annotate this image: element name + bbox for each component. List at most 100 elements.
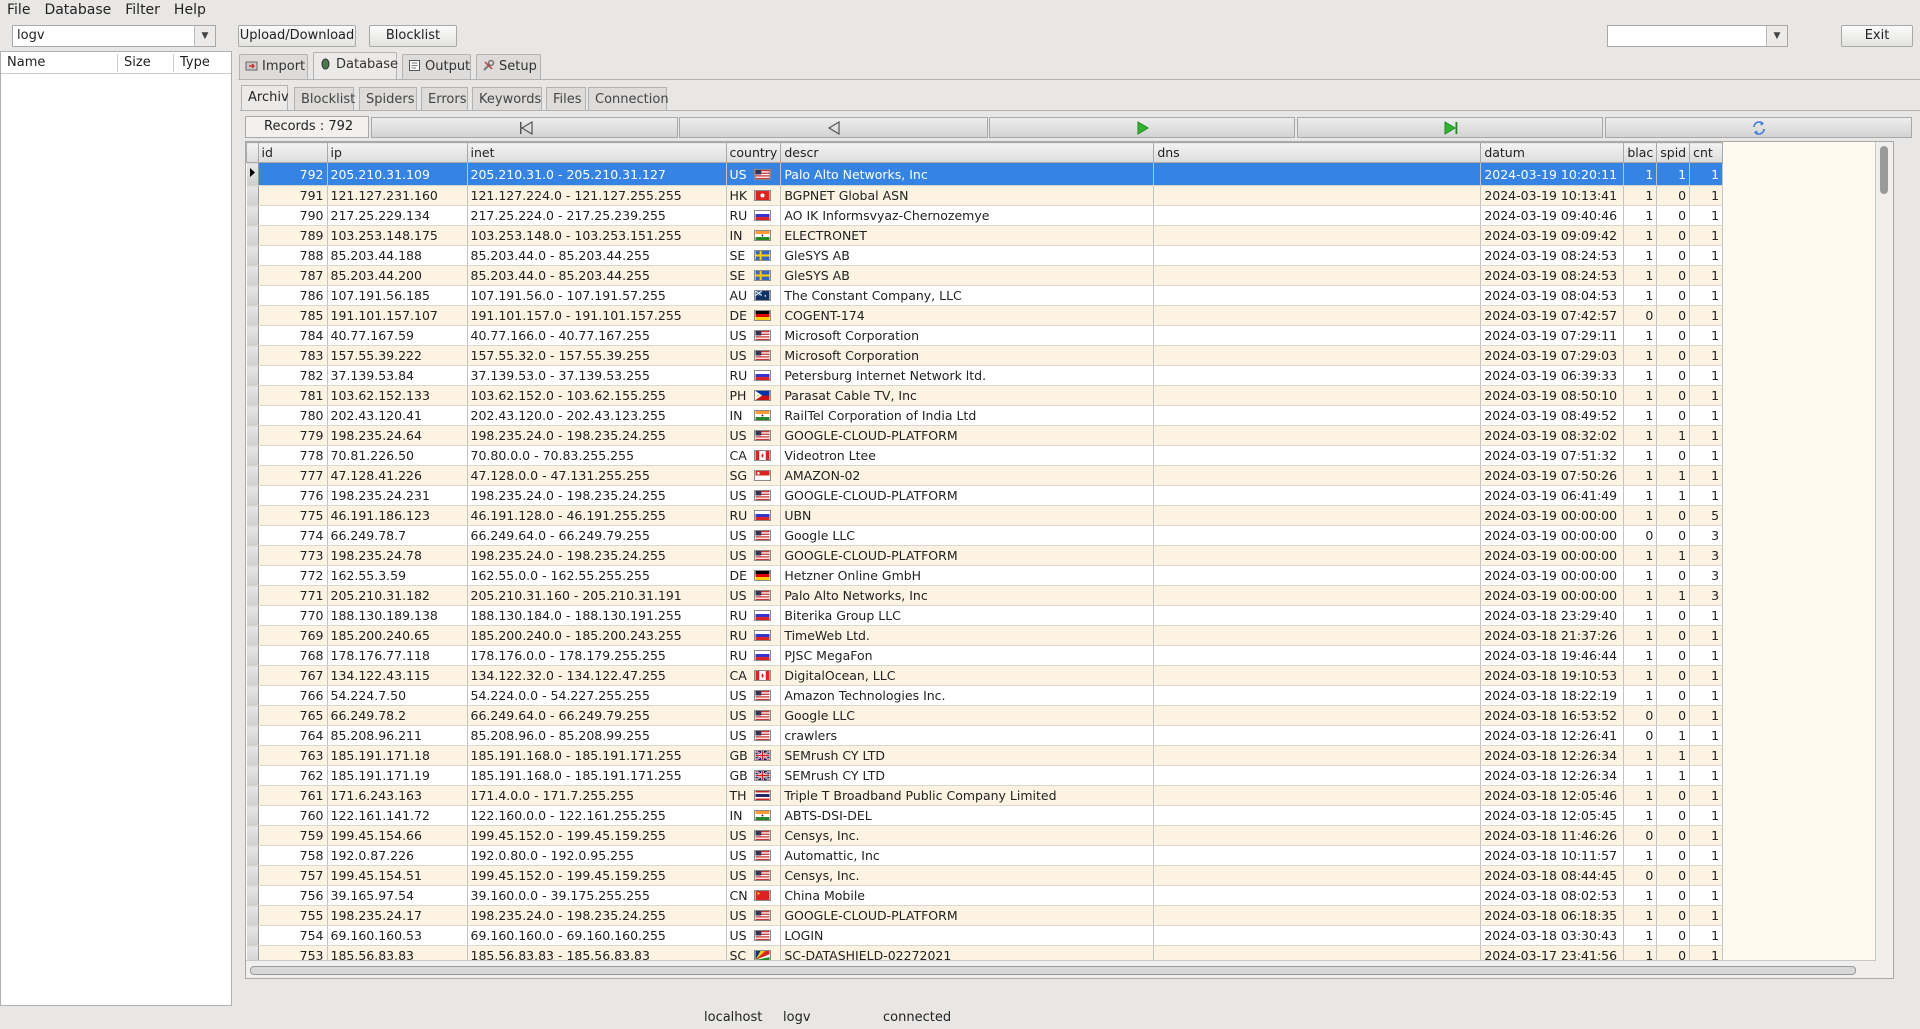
cell-ip[interactable]: 69.160.160.53 — [327, 925, 468, 946]
row-indicator[interactable] — [246, 525, 259, 546]
cell-inet[interactable]: 217.25.224.0 - 217.25.239.255 — [467, 205, 727, 226]
cell-ip[interactable]: 205.210.31.182 — [327, 585, 468, 606]
table-row[interactable]: 757 199.45.154.51 199.45.152.0 - 199.45.15… — [246, 865, 1724, 886]
cell-blac[interactable]: 1 — [1623, 645, 1658, 666]
table-row[interactable]: 791 121.127.231.160 121.127.224.0 - 121.12… — [246, 185, 1724, 206]
cell-ip[interactable]: 47.128.41.226 — [327, 465, 468, 486]
cell-blac[interactable]: 1 — [1623, 605, 1658, 626]
cell-inet[interactable]: 107.191.56.0 - 107.191.57.255 — [467, 285, 727, 306]
cell-ip[interactable]: 198.235.24.231 — [327, 485, 468, 506]
cell-id[interactable]: 769 — [258, 625, 328, 646]
cell-spid[interactable]: 0 — [1656, 305, 1691, 326]
cell-inet[interactable]: 185.200.240.0 - 185.200.243.255 — [467, 625, 727, 646]
cell-spid[interactable]: 0 — [1656, 505, 1691, 526]
subtab-spiders[interactable]: Spiders — [359, 87, 417, 111]
cell-id[interactable]: 779 — [258, 425, 328, 446]
first-record-button[interactable] — [371, 117, 678, 138]
cell-inet[interactable]: 202.43.120.0 - 202.43.123.255 — [467, 405, 727, 426]
row-indicator[interactable] — [246, 305, 259, 326]
cell-id[interactable]: 760 — [258, 805, 328, 826]
file-list-panel[interactable]: Name Size Type — [0, 51, 232, 1006]
cell-descr[interactable]: China Mobile — [780, 885, 1155, 906]
table-row[interactable]: 777 47.128.41.226 47.128.0.0 - 47.131.255.… — [246, 465, 1724, 486]
cell-descr[interactable]: Microsoft Corporation — [780, 345, 1155, 366]
next-record-button[interactable] — [989, 117, 1295, 138]
cell-country[interactable]: GB — [726, 765, 782, 786]
cell-blac[interactable]: 0 — [1623, 705, 1658, 726]
cell-descr[interactable]: AO IK Informsvyaz-Chernozemye — [780, 205, 1155, 226]
table-row[interactable]: 774 66.249.78.7 66.249.64.0 - 66.249.79.25… — [246, 525, 1724, 546]
column-header-dns[interactable]: dns — [1153, 142, 1482, 163]
cell-spid[interactable]: 0 — [1656, 385, 1691, 406]
cell-cnt[interactable]: 1 — [1689, 805, 1724, 826]
cell-inet[interactable]: 192.0.80.0 - 192.0.95.255 — [467, 845, 727, 866]
cell-id[interactable]: 783 — [258, 345, 328, 366]
cell-inet[interactable]: 121.127.224.0 - 121.127.255.255 — [467, 185, 727, 206]
cell-id[interactable]: 775 — [258, 505, 328, 526]
cell-cnt[interactable]: 1 — [1689, 685, 1724, 706]
cell-ip[interactable]: 107.191.56.185 — [327, 285, 468, 306]
cell-country[interactable]: AU — [726, 285, 782, 306]
cell-cnt[interactable]: 1 — [1689, 405, 1724, 426]
cell-id[interactable]: 777 — [258, 465, 328, 486]
cell-datum[interactable]: 2024-03-18 08:44:45 — [1480, 865, 1625, 886]
cell-spid[interactable]: 0 — [1656, 325, 1691, 346]
cell-spid[interactable]: 0 — [1656, 605, 1691, 626]
cell-blac[interactable]: 1 — [1623, 365, 1658, 386]
cell-dns[interactable] — [1153, 305, 1482, 326]
cell-ip[interactable]: 103.62.152.133 — [327, 385, 468, 406]
cell-ip[interactable]: 121.127.231.160 — [327, 185, 468, 206]
cell-cnt[interactable]: 1 — [1689, 705, 1724, 726]
cell-cnt[interactable]: 1 — [1689, 825, 1724, 846]
cell-cnt[interactable]: 1 — [1689, 185, 1724, 206]
cell-datum[interactable]: 2024-03-19 07:51:32 — [1480, 445, 1625, 466]
cell-dns[interactable] — [1153, 905, 1482, 926]
cell-id[interactable]: 767 — [258, 665, 328, 686]
cell-spid[interactable]: 1 — [1656, 485, 1691, 506]
cell-blac[interactable]: 1 — [1623, 885, 1658, 906]
table-row[interactable]: 789 103.253.148.175 103.253.148.0 - 103.25… — [246, 225, 1724, 246]
table-row[interactable]: 780 202.43.120.41 202.43.120.0 - 202.43.12… — [246, 405, 1724, 426]
cell-datum[interactable]: 2024-03-18 06:18:35 — [1480, 905, 1625, 926]
cell-country[interactable]: SE — [726, 245, 782, 266]
cell-cnt[interactable]: 1 — [1689, 162, 1724, 186]
subtab-files[interactable]: Files — [546, 87, 586, 111]
cell-inet[interactable]: 69.160.160.0 - 69.160.160.255 — [467, 925, 727, 946]
cell-country[interactable]: CN — [726, 885, 782, 906]
cell-spid[interactable]: 1 — [1656, 545, 1691, 566]
cell-ip[interactable]: 66.249.78.2 — [327, 705, 468, 726]
cell-dns[interactable] — [1153, 405, 1482, 426]
cell-dns[interactable] — [1153, 325, 1482, 346]
table-row[interactable]: 769 185.200.240.65 185.200.240.0 - 185.200… — [246, 625, 1724, 646]
menu-file[interactable]: File — [0, 0, 37, 20]
subtab-errors[interactable]: Errors — [421, 87, 468, 111]
column-header-datum[interactable]: datum — [1480, 142, 1625, 163]
row-indicator[interactable] — [246, 545, 259, 566]
cell-cnt[interactable]: 3 — [1689, 545, 1724, 566]
cell-blac[interactable]: 1 — [1623, 325, 1658, 346]
cell-blac[interactable]: 0 — [1623, 825, 1658, 846]
cell-spid[interactable]: 0 — [1656, 445, 1691, 466]
table-row[interactable]: 778 70.81.226.50 70.80.0.0 - 70.83.255.255… — [246, 445, 1724, 466]
cell-id[interactable]: 787 — [258, 265, 328, 286]
row-indicator[interactable] — [246, 385, 259, 406]
cell-blac[interactable]: 1 — [1623, 585, 1658, 606]
cell-id[interactable]: 772 — [258, 565, 328, 586]
cell-inet[interactable]: 185.191.168.0 - 185.191.171.255 — [467, 745, 727, 766]
cell-descr[interactable]: Microsoft Corporation — [780, 325, 1155, 346]
table-row[interactable]: 759 199.45.154.66 199.45.152.0 - 199.45.15… — [246, 825, 1724, 846]
cell-id[interactable]: 761 — [258, 785, 328, 806]
cell-id[interactable]: 763 — [258, 745, 328, 766]
column-header-blac[interactable]: blac — [1623, 142, 1658, 163]
cell-blac[interactable]: 1 — [1623, 925, 1658, 946]
cell-blac[interactable]: 1 — [1623, 765, 1658, 786]
cell-descr[interactable]: BGPNET Global ASN — [780, 185, 1155, 206]
cell-inet[interactable]: 46.191.128.0 - 46.191.255.255 — [467, 505, 727, 526]
cell-dns[interactable] — [1153, 505, 1482, 526]
table-row[interactable]: 754 69.160.160.53 69.160.160.0 - 69.160.16… — [246, 925, 1724, 946]
cell-descr[interactable]: PJSC MegaFon — [780, 645, 1155, 666]
cell-spid[interactable]: 0 — [1656, 825, 1691, 846]
cell-blac[interactable]: 1 — [1623, 625, 1658, 646]
cell-cnt[interactable]: 3 — [1689, 585, 1724, 606]
cell-country[interactable]: US — [726, 162, 782, 186]
